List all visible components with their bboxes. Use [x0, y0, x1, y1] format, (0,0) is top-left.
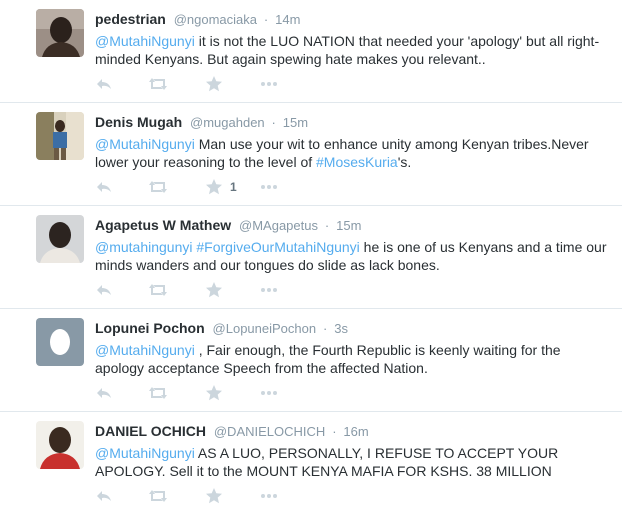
tweet-text: @MutahiNgunyi AS A LUO, PERSONALLY, I RE… — [95, 444, 610, 480]
tweet-header: DANIEL OCHICH @DANIELOCHICH · 16m — [95, 423, 369, 439]
more-icon[interactable] — [259, 281, 279, 299]
more-icon[interactable] — [259, 75, 279, 93]
tweet[interactable]: DANIEL OCHICH @DANIELOCHICH · 16m @Mutah… — [0, 412, 622, 518]
tweet-header: Lopunei Pochon @LopuneiPochon · 3s — [95, 320, 348, 336]
avatar[interactable] — [36, 215, 84, 263]
timestamp[interactable]: 14m — [275, 12, 300, 27]
star-icon[interactable] — [205, 178, 223, 196]
retweet-icon[interactable] — [147, 75, 169, 93]
user-name[interactable]: DANIEL OCHICH — [95, 423, 206, 439]
mention-link[interactable]: @MutahiNgunyi — [95, 445, 195, 461]
user-handle[interactable]: @LopuneiPochon — [213, 321, 317, 336]
star-icon[interactable] — [205, 75, 223, 93]
user-name[interactable]: Lopunei Pochon — [95, 320, 205, 336]
tweet-header: Agapetus W Mathew @MAgapetus · 15m — [95, 217, 361, 233]
tweet-feed: pedestrian @ngomaciaka · 14m @MutahiNgun… — [0, 0, 622, 518]
user-name[interactable]: Denis Mugah — [95, 114, 182, 130]
reply-icon[interactable] — [95, 281, 113, 299]
tweet-text: @MutahiNgunyi , Fair enough, the Fourth … — [95, 341, 610, 377]
more-icon[interactable] — [259, 178, 279, 196]
reply-icon[interactable] — [95, 384, 113, 402]
star-icon[interactable] — [205, 487, 223, 505]
more-icon[interactable] — [259, 384, 279, 402]
avatar[interactable] — [36, 9, 84, 57]
avatar[interactable] — [36, 421, 84, 469]
user-handle[interactable]: @MAgapetus — [239, 218, 318, 233]
reply-icon[interactable] — [95, 75, 113, 93]
tweet[interactable]: Denis Mugah @mugahden · 15m @MutahiNguny… — [0, 103, 622, 206]
retweet-icon[interactable] — [147, 281, 169, 299]
separator: · — [323, 321, 328, 336]
mention-link[interactable]: @mutahingunyi — [95, 239, 193, 255]
timestamp[interactable]: 16m — [343, 424, 368, 439]
tweet-header: Denis Mugah @mugahden · 15m — [95, 114, 308, 130]
more-icon[interactable] — [259, 487, 279, 505]
mention-link[interactable]: @MutahiNgunyi — [95, 33, 195, 49]
user-handle[interactable]: @mugahden — [190, 115, 265, 130]
separator: · — [332, 424, 337, 439]
star-icon[interactable] — [205, 281, 223, 299]
separator: · — [324, 218, 330, 233]
timestamp[interactable]: 3s — [334, 321, 348, 336]
avatar[interactable] — [36, 318, 84, 366]
favorite-count: 1 — [230, 180, 237, 194]
star-icon[interactable] — [205, 384, 223, 402]
retweet-icon[interactable] — [147, 178, 169, 196]
user-handle[interactable]: @DANIELOCHICH — [214, 424, 325, 439]
avatar[interactable] — [36, 112, 84, 160]
timestamp[interactable]: 15m — [336, 218, 361, 233]
tweet[interactable]: Lopunei Pochon @LopuneiPochon · 3s @Muta… — [0, 309, 622, 412]
tweet-text: @MutahiNgunyi it is not the LUO NATION t… — [95, 32, 610, 68]
tweet[interactable]: pedestrian @ngomaciaka · 14m @MutahiNgun… — [0, 0, 622, 103]
hashtag-link[interactable]: #ForgiveOurMutahiNgunyi — [196, 239, 359, 255]
tweet[interactable]: Agapetus W Mathew @MAgapetus · 15m @muta… — [0, 206, 622, 309]
user-name[interactable]: Agapetus W Mathew — [95, 217, 231, 233]
timestamp[interactable]: 15m — [283, 115, 308, 130]
retweet-icon[interactable] — [147, 487, 169, 505]
reply-icon[interactable] — [95, 487, 113, 505]
mention-link[interactable]: @MutahiNgunyi — [95, 136, 195, 152]
retweet-icon[interactable] — [147, 384, 169, 402]
separator: · — [263, 12, 269, 27]
text-segment: 's. — [397, 154, 412, 170]
hashtag-link[interactable]: #MosesKuria — [316, 154, 398, 170]
separator: · — [271, 115, 276, 130]
tweet-text: @MutahiNgunyi Man use your wit to enhanc… — [95, 135, 610, 171]
tweet-text: @mutahingunyi #ForgiveOurMutahiNgunyi he… — [95, 238, 610, 274]
tweet-header: pedestrian @ngomaciaka · 14m — [95, 11, 300, 27]
reply-icon[interactable] — [95, 178, 113, 196]
user-handle[interactable]: @ngomaciaka — [174, 12, 257, 27]
mention-link[interactable]: @MutahiNgunyi — [95, 342, 195, 358]
user-name[interactable]: pedestrian — [95, 11, 166, 27]
